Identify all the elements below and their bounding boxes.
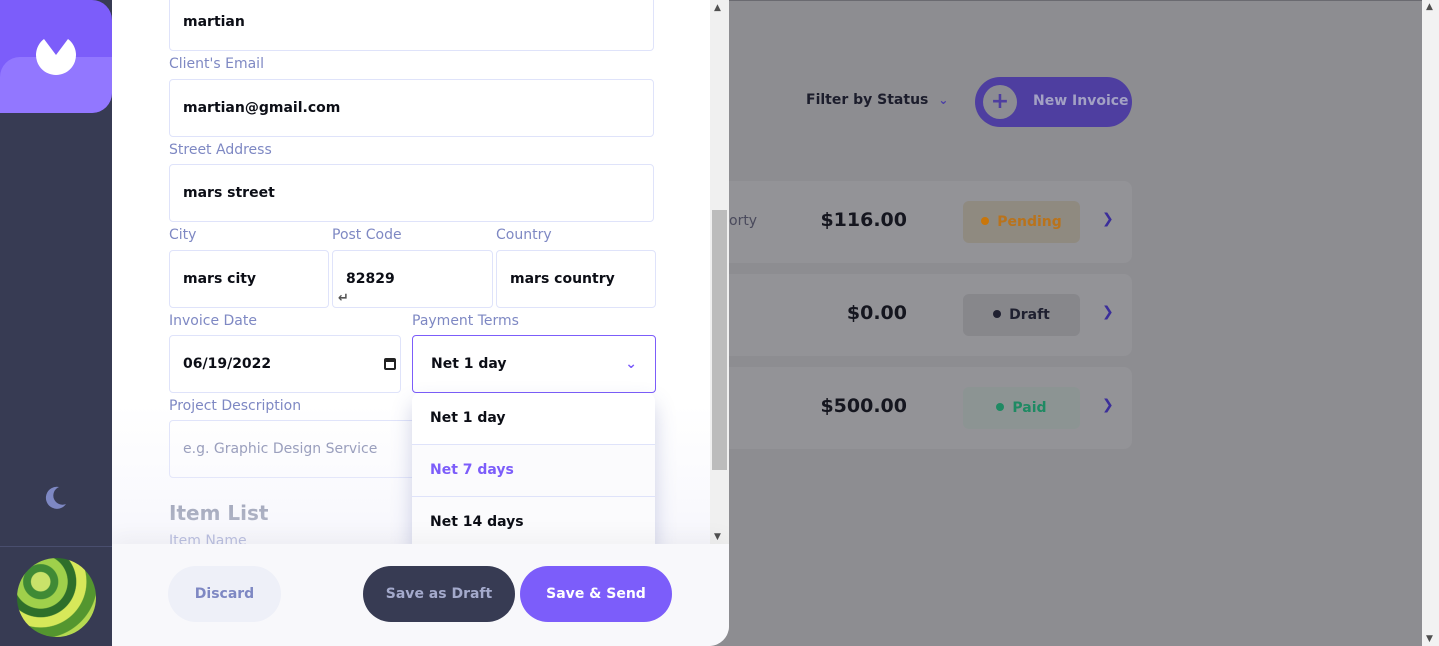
status-label: Paid [1012,400,1047,416]
chevron-down-icon: ⌄ [938,93,949,107]
street-address-label: Street Address [169,142,272,158]
payment-term-option[interactable]: Net 14 days [412,497,655,544]
page-scrollbar[interactable]: ▲ ▼ [1422,0,1439,646]
chevron-right-icon: ❯ [1102,211,1114,227]
status-dot [981,217,990,225]
divider [729,0,1422,1]
save-and-send-button[interactable]: Save & Send [520,566,672,622]
invoice-date-value: 06/19/2022 [183,356,272,372]
payment-terms-select[interactable]: Net 1 day ⌄ [412,335,656,393]
moon-icon[interactable] [45,486,67,510]
client-email-input[interactable]: martian@gmail.com [169,79,654,137]
discard-button[interactable]: Discard [168,566,281,622]
payment-terms-label: Payment Terms [412,313,519,329]
country-input[interactable]: mars country [496,250,656,308]
post-code-input[interactable]: ↵ 82829 [332,250,493,308]
item-name-label: Item Name [169,533,247,544]
invoice-row[interactable]: $500.00 Paid ❯ [729,367,1132,449]
city-label: City [169,227,197,243]
project-description-label: Project Description [169,398,302,414]
payment-terms-dropdown: Net 1 day Net 7 days Net 14 days [412,393,655,544]
payment-term-option[interactable]: Net 7 days [412,445,655,497]
invoice-amount: $116.00 [820,209,907,231]
status-dot [993,310,1002,318]
scroll-up-icon[interactable]: ▲ [714,3,721,13]
invoice-date-input[interactable]: 06/19/2022 [169,335,401,393]
filter-label: Filter by Status [806,92,929,108]
invoice-amount: $500.00 [820,395,907,417]
form-scrollbar[interactable]: ▲ ▼ [710,0,729,544]
payment-term-option[interactable]: Net 1 day [412,393,655,445]
status-badge: Paid [963,387,1080,429]
new-invoice-button[interactable]: + New Invoice [975,77,1132,127]
chevron-right-icon: ❯ [1102,304,1114,320]
logo-icon [36,39,76,75]
invoice-form: martian Client's Email martian@gmail.com… [112,0,710,544]
new-invoice-label: New Invoice [1033,93,1129,109]
invoice-row[interactable]: $0.00 Draft ❯ [729,274,1132,356]
scroll-down-icon[interactable]: ▼ [1426,634,1433,644]
country-label: Country [496,227,552,243]
status-label: Draft [1009,307,1050,323]
status-badge: Draft [963,294,1080,336]
status-badge: Pending [963,201,1080,243]
avatar[interactable] [17,558,96,637]
scroll-up-icon[interactable]: ▲ [1426,2,1433,12]
post-code-value: 82829 [346,271,395,287]
city-input[interactable]: mars city [169,250,329,308]
client-email-label: Client's Email [169,56,264,72]
status-dot [996,403,1005,411]
invoice-row[interactable]: orty $116.00 Pending ❯ [729,181,1132,263]
scroll-down-icon[interactable]: ▼ [714,532,721,542]
invoice-form-drawer: martian Client's Email martian@gmail.com… [112,0,729,646]
street-address-input[interactable]: mars street [169,164,654,222]
invoice-client: orty [729,213,758,229]
text-cursor-icon: ↵ [338,291,349,306]
logo[interactable] [0,0,112,113]
plus-icon: + [983,85,1017,119]
scrollbar-thumb[interactable] [712,210,727,470]
form-footer: Discard Save as Draft Save & Send [112,544,729,646]
filter-by-status-dropdown[interactable]: Filter by Status ⌄ [806,92,948,108]
item-list-title: Item List [169,501,269,525]
chevron-down-icon: ⌄ [625,356,637,372]
client-name-input[interactable]: martian [169,0,654,51]
invoice-amount: $0.00 [846,302,907,324]
sidebar-divider [0,546,112,547]
post-code-label: Post Code [332,227,402,243]
save-as-draft-button[interactable]: Save as Draft [363,566,515,622]
payment-terms-value: Net 1 day [431,356,507,372]
chevron-right-icon: ❯ [1102,397,1114,413]
invoice-date-label: Invoice Date [169,313,257,329]
status-label: Pending [997,214,1062,230]
calendar-icon[interactable] [384,358,396,370]
